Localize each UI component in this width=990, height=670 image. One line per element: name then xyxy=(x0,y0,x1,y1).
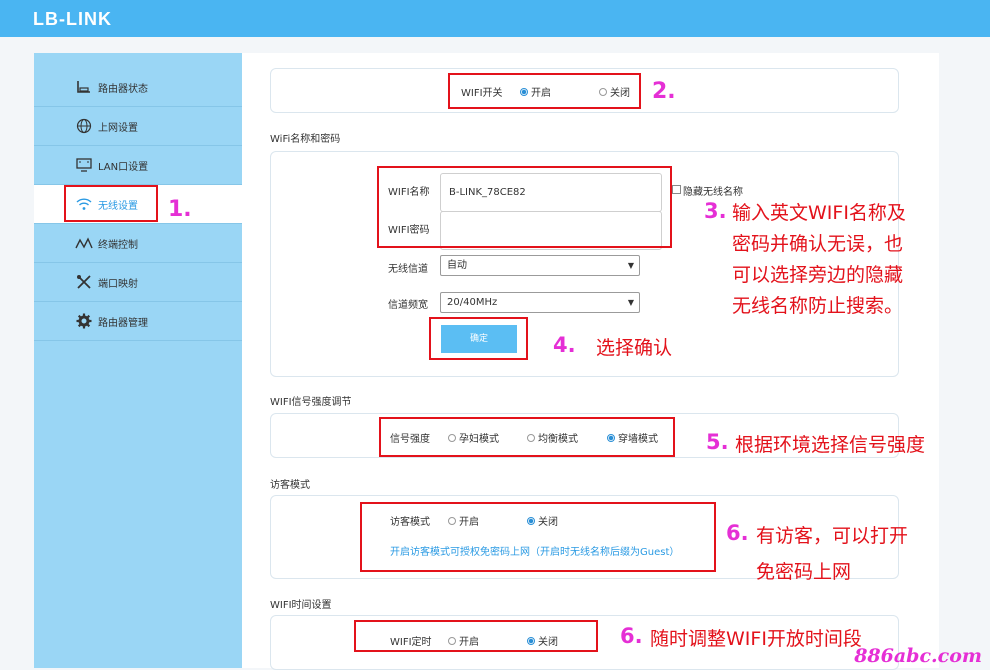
sidebar-item-terminal[interactable]: 终端控制 xyxy=(34,224,242,263)
sidebar-item-port-mapping[interactable]: 端口映射 xyxy=(34,263,242,302)
monitor-icon xyxy=(75,156,93,174)
channel-select[interactable]: 自动 ▼ xyxy=(440,255,640,276)
annotation-5-number: 5. xyxy=(706,430,729,454)
chevron-down-icon: ▼ xyxy=(627,261,634,270)
annotation-3-line4: 无线名称防止搜索。 xyxy=(732,295,904,317)
annotation-1: 1. xyxy=(168,197,192,222)
annotation-box-4 xyxy=(429,317,528,360)
sidebar-item-label: 上网设置 xyxy=(98,122,138,134)
bandwidth-label: 信道频宽 xyxy=(388,300,428,311)
sidebar: 路由器状态 上网设置 LAN口设置 无线设置 终端控制 端口映射 路由器管理 xyxy=(34,53,242,668)
annotation-5-text: 根据环境选择信号强度 xyxy=(735,434,926,456)
sidebar-item-label: 路由器管理 xyxy=(98,317,148,329)
annotation-3-line1: 输入英文WIFI名称及 xyxy=(732,202,906,224)
annotation-box-3 xyxy=(377,166,672,248)
sidebar-item-label: 终端控制 xyxy=(98,239,138,251)
annotation-3-number: 3. xyxy=(704,199,727,223)
sidebar-item-router-status[interactable]: 路由器状态 xyxy=(34,68,242,107)
annotation-6-line1: 有访客，可以打开 xyxy=(756,525,909,547)
router-status-icon xyxy=(75,78,93,96)
tools-icon xyxy=(75,273,93,291)
chevron-down-icon: ▼ xyxy=(627,298,634,307)
sidebar-item-internet[interactable]: 上网设置 xyxy=(34,107,242,146)
annotation-box-5 xyxy=(379,417,675,457)
annotation-2: 2. xyxy=(652,79,676,104)
sidebar-item-label: 路由器状态 xyxy=(98,83,148,95)
annotation-3-line3: 可以选择旁边的隐藏 xyxy=(732,264,904,286)
sidebar-item-management[interactable]: 路由器管理 xyxy=(34,302,242,341)
annotation-6-line2: 免密码上网 xyxy=(756,561,852,583)
sidebar-item-label: LAN口设置 xyxy=(98,161,149,173)
annotation-box-7 xyxy=(354,620,598,652)
channel-label: 无线信道 xyxy=(388,264,428,275)
annotation-6-number: 6. xyxy=(726,521,749,545)
activity-icon xyxy=(75,234,93,252)
annotation-7-number: 6. xyxy=(620,624,643,648)
annotation-4-number: 4. xyxy=(553,333,576,357)
gear-icon xyxy=(75,312,93,330)
annotation-4-text: 选择确认 xyxy=(596,337,673,359)
section-title-signal: WIFI信号强度调节 xyxy=(270,397,352,408)
hide-ssid-label: 隐藏无线名称 xyxy=(683,187,743,198)
annotation-box-1 xyxy=(64,185,158,222)
annotation-box-2 xyxy=(448,73,641,109)
watermark: 886abc.com xyxy=(854,645,982,667)
section-title-guest: 访客模式 xyxy=(270,480,310,491)
section-title-timer: WIFI时间设置 xyxy=(270,600,332,611)
top-bar: LB-LINK xyxy=(0,0,990,37)
hide-ssid-checkbox[interactable] xyxy=(672,185,681,194)
brand-logo: LB-LINK xyxy=(33,8,112,29)
sidebar-item-lan[interactable]: LAN口设置 xyxy=(34,146,242,185)
annotation-7-text: 随时调整WIFI开放时间段 xyxy=(650,628,862,650)
annotation-box-6 xyxy=(360,502,716,572)
sidebar-item-label: 端口映射 xyxy=(98,278,138,290)
section-title-name-pwd: WiFi名称和密码 xyxy=(270,134,341,145)
annotation-3-line2: 密码并确认无误，也 xyxy=(732,233,904,255)
bandwidth-select[interactable]: 20/40MHz ▼ xyxy=(440,292,640,313)
globe-icon xyxy=(75,117,93,135)
